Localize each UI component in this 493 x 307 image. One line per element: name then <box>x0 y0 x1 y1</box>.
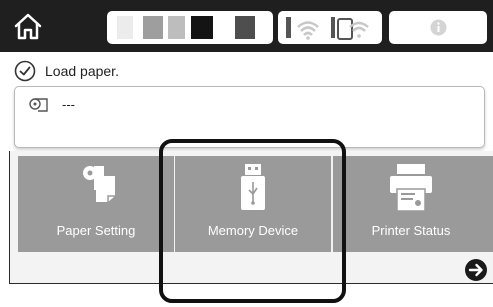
home-icon <box>14 13 42 40</box>
network-button[interactable] <box>278 11 382 44</box>
top-bar <box>0 0 493 52</box>
info-icon <box>430 19 447 36</box>
roll-paper-icon <box>29 98 48 112</box>
info-button[interactable] <box>389 11 487 44</box>
check-circle-icon <box>14 60 36 82</box>
paper-setting-icon <box>83 166 115 202</box>
ink-level-gray <box>143 16 163 39</box>
ink-level-light-gray-2 <box>168 16 185 39</box>
paper-setting-label: Paper Setting <box>56 223 136 238</box>
ink-level-black <box>191 16 213 39</box>
paper-type-value: --- <box>62 97 75 112</box>
arrow-right-icon <box>465 259 487 281</box>
paper-setting-tile[interactable]: Paper Setting <box>18 156 174 252</box>
home-button[interactable] <box>8 6 48 46</box>
ink-level-dark-gray <box>235 16 255 39</box>
status-text: Load paper. <box>45 63 119 79</box>
next-page-button[interactable] <box>464 258 488 282</box>
next-tile-partial[interactable] <box>488 156 493 252</box>
printer-status-tile[interactable]: Printer Status <box>333 156 489 252</box>
wifi-icon <box>286 17 319 40</box>
printer-status-label: Printer Status <box>371 223 451 238</box>
printer-icon <box>390 164 432 212</box>
ink-level-light-gray <box>117 16 133 39</box>
ink-level-button[interactable] <box>107 11 273 44</box>
memory-device-highlight <box>159 139 346 303</box>
status-message: Load paper. <box>14 59 119 83</box>
wifi-direct-icon <box>331 17 369 40</box>
